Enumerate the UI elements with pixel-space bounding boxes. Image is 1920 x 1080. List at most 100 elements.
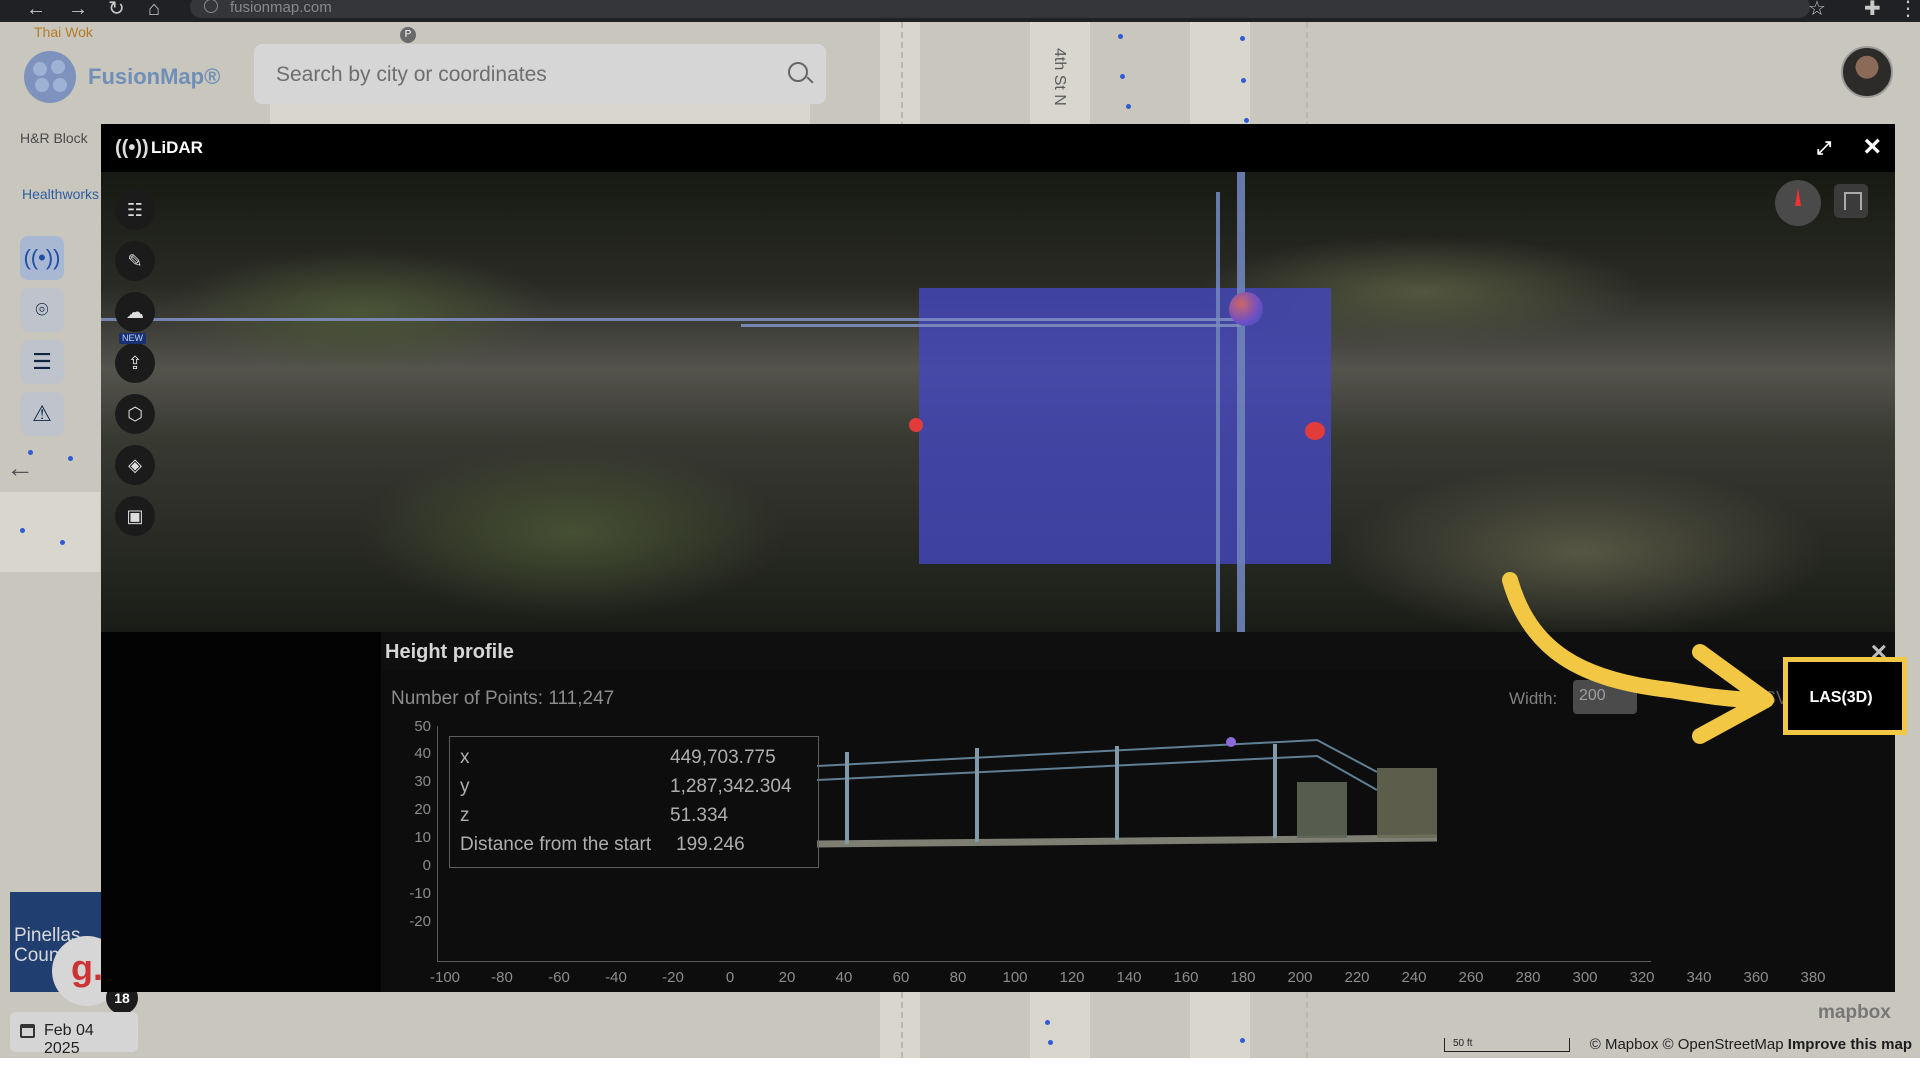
- new-badge: NEW: [119, 333, 146, 344]
- browser-toolbar: ← → ↻ ⌂ fusionmap.com ☆ ✚ ⋮: [0, 0, 1920, 22]
- x-tick: -20: [662, 969, 684, 986]
- image-icon[interactable]: ▣: [115, 496, 155, 536]
- utility-pole: [1216, 192, 1220, 632]
- profile-end-marker[interactable]: [1305, 422, 1325, 440]
- x-tick: 60: [892, 969, 910, 986]
- profile-point-cloud: [817, 737, 1437, 848]
- sliders-icon[interactable]: ☷: [115, 190, 155, 230]
- lidar-rail-icon[interactable]: ((•)): [20, 236, 64, 280]
- site-info-icon[interactable]: [204, 0, 218, 13]
- x-tick: 140: [1116, 969, 1142, 986]
- back-icon[interactable]: ←: [26, 0, 46, 19]
- point-tooltip: x 449,703.775 y 1,287,342.304 z 51.334 Dist…: [449, 736, 819, 868]
- x-tick: 20: [778, 969, 796, 986]
- forward-icon[interactable]: →: [68, 0, 88, 19]
- address-bar[interactable]: fusionmap.com: [190, 0, 1810, 18]
- layers-icon[interactable]: ◈: [115, 445, 155, 485]
- lidar-header: ((•)) LiDAR ⤢ ×: [101, 124, 1895, 172]
- x-tick: 220: [1344, 969, 1370, 986]
- x-tick: 120: [1059, 969, 1085, 986]
- improve-map-link[interactable]: Improve this map: [1788, 1036, 1912, 1053]
- y-tick: -20: [409, 913, 431, 930]
- x-tick: 340: [1686, 969, 1712, 986]
- menu-icon[interactable]: ⋮: [1898, 0, 1918, 19]
- 3d-view-icon[interactable]: [1834, 184, 1868, 218]
- attribution-credits[interactable]: © Mapbox © OpenStreetMap: [1590, 1036, 1784, 1053]
- wrench-icon[interactable]: ✎: [115, 241, 155, 281]
- x-tick: 280: [1515, 969, 1541, 986]
- x-tick: 160: [1173, 969, 1199, 986]
- search-input[interactable]: Search by city or coordinates: [254, 44, 826, 104]
- power-line: [741, 324, 1241, 327]
- mapbox-logo: mapbox: [1818, 1002, 1891, 1024]
- search-placeholder: Search by city or coordinates: [276, 63, 547, 86]
- x-tick: 180: [1230, 969, 1256, 986]
- z-label: z: [460, 805, 470, 826]
- cloud-icon[interactable]: ☁: [115, 292, 155, 332]
- y-tick: 0: [422, 857, 431, 874]
- x-tick: 380: [1800, 969, 1826, 986]
- parking-icon: P: [400, 27, 416, 43]
- extensions-icon[interactable]: ✚: [1864, 0, 1881, 19]
- annotation-arrow-icon: [1502, 572, 1774, 744]
- z-value: 51.334: [670, 805, 729, 826]
- brand-name: FusionMap®: [88, 64, 221, 89]
- y-label: y: [460, 776, 470, 797]
- list-rail-icon[interactable]: ☰: [20, 340, 64, 384]
- upload-icon[interactable]: NEW ⇪: [115, 333, 155, 383]
- guide-letter: g.: [71, 947, 103, 988]
- date-picker[interactable]: Feb 04 2025: [10, 1012, 138, 1057]
- cube-icon[interactable]: ⬡: [115, 394, 155, 434]
- arrow-left-icon[interactable]: ←: [6, 452, 34, 484]
- y-tick: -10: [409, 885, 431, 902]
- x-tick: 80: [949, 969, 967, 986]
- compass-icon[interactable]: [1775, 180, 1821, 226]
- x-value: 449,703.775: [670, 747, 776, 768]
- search-icon[interactable]: [788, 62, 808, 82]
- x-tick: 260: [1458, 969, 1484, 986]
- close-icon[interactable]: ×: [1863, 132, 1881, 162]
- mapbox-label: mapbox: [1818, 1002, 1891, 1023]
- brand-logo[interactable]: FusionMap®: [18, 45, 220, 109]
- distance-label: Distance from the start: [460, 834, 652, 855]
- reload-icon[interactable]: ↻: [108, 0, 125, 19]
- utility-pole: [1237, 172, 1245, 632]
- height-profile-title: Height profile: [385, 641, 514, 663]
- power-line: [101, 318, 1241, 321]
- scan-rail-icon[interactable]: ⌾: [20, 288, 64, 332]
- x-tick: 40: [835, 969, 853, 986]
- x-tick: -60: [548, 969, 570, 986]
- x-tick: 100: [1002, 969, 1028, 986]
- x-tick: -100: [429, 969, 461, 986]
- poi-label: Thai Wok: [34, 24, 93, 40]
- x-label: x: [460, 747, 470, 768]
- distance-value: 199.246: [676, 834, 745, 855]
- y-value: 1,287,342.304: [670, 776, 792, 797]
- collapse-icon[interactable]: ⤢: [1817, 138, 1839, 160]
- y-tick: 50: [414, 718, 431, 735]
- calendar-icon: [20, 1024, 35, 1038]
- x-tick: 200: [1287, 969, 1313, 986]
- x-tick: 360: [1743, 969, 1769, 986]
- user-avatar[interactable]: [1841, 46, 1893, 98]
- selection-area: [919, 288, 1331, 564]
- x-tick: 240: [1401, 969, 1427, 986]
- scale-bar: 50 ft: [1444, 1038, 1570, 1052]
- y-tick: 10: [414, 829, 431, 846]
- x-tick: 320: [1629, 969, 1655, 986]
- points-label: Number of Points:: [391, 688, 544, 709]
- x-tick: -80: [491, 969, 513, 986]
- bookmark-star-icon[interactable]: ☆: [1808, 0, 1826, 19]
- warning-rail-icon[interactable]: ⚠: [20, 392, 64, 436]
- street-label: 4th St N: [1051, 48, 1068, 106]
- points-count: Number of Points: 111,247: [391, 688, 614, 710]
- url-text: fusionmap.com: [230, 0, 332, 16]
- las-download-button[interactable]: LAS(3D): [1785, 679, 1897, 717]
- position-sphere[interactable]: [1229, 292, 1263, 326]
- poi-label: Healthworks: [22, 186, 100, 202]
- home-icon[interactable]: ⌂: [148, 0, 160, 19]
- antenna-icon: ((•)): [115, 137, 149, 159]
- profile-start-marker[interactable]: [909, 418, 923, 432]
- map-attribution[interactable]: © Mapbox © OpenStreetMap Improve this ma…: [1590, 1036, 1912, 1053]
- x-tick: 0: [725, 969, 735, 986]
